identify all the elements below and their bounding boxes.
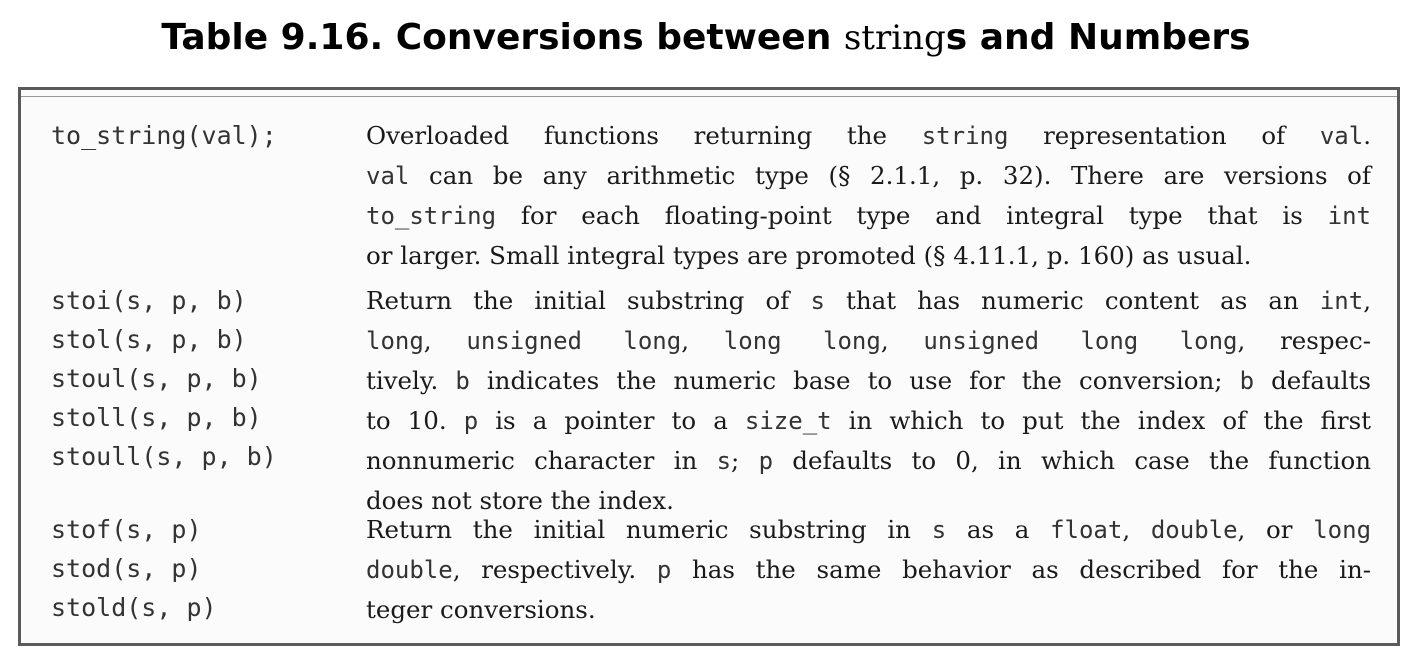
description-text: or larger. Small integral types are prom… bbox=[366, 241, 1252, 270]
description-text: , bbox=[423, 326, 467, 355]
description-text: , bbox=[880, 326, 924, 355]
inline-code: p bbox=[758, 447, 774, 475]
function-list: to_string(val); bbox=[51, 116, 361, 155]
table-title: Table 9.16. Conversions between strings … bbox=[0, 14, 1412, 62]
inline-code: unsigned long long bbox=[923, 327, 1238, 355]
description-text: has the same behavior as described for t… bbox=[671, 555, 1371, 584]
inline-code: p bbox=[463, 407, 479, 435]
inline-code: val bbox=[366, 162, 410, 190]
inline-code: int bbox=[1319, 287, 1364, 315]
description-text: , bbox=[1122, 515, 1151, 544]
function-description: Overloaded functions returning the strin… bbox=[366, 116, 1371, 275]
description-line: or larger. Small integral types are prom… bbox=[366, 236, 1371, 275]
description-text: , or bbox=[1237, 515, 1314, 544]
description-line: to 10. p is a pointer to a size_t in whi… bbox=[366, 401, 1371, 441]
function-signature: to_string(val); bbox=[51, 121, 277, 150]
function-signature: stoul(s, p, b) bbox=[51, 364, 262, 393]
description-line: tively. b indicates the numeric base to … bbox=[366, 361, 1371, 401]
description-line: teger conversions. bbox=[366, 590, 1371, 629]
description-text: indicates the numeric base to use for th… bbox=[469, 366, 1240, 395]
title-code-word: string bbox=[843, 18, 946, 58]
function-list: stoi(s, p, b) stol(s, p, b) stoul(s, p, b)… bbox=[51, 281, 361, 476]
inline-code: p bbox=[656, 556, 672, 584]
description-line: to_string for each floating-point type a… bbox=[366, 196, 1371, 236]
inline-code: unsigned long bbox=[466, 327, 682, 355]
description-text: nonnumeric character in bbox=[366, 446, 717, 475]
title-suffix: s and Numbers bbox=[945, 17, 1251, 58]
description-text: defaults bbox=[1254, 366, 1371, 395]
description-text: defaults to 0, in which case the functio… bbox=[773, 446, 1371, 475]
inline-code: s bbox=[931, 516, 947, 544]
inline-code: val bbox=[1319, 122, 1364, 150]
description-text: , bbox=[1363, 286, 1371, 315]
description-text: Return the initial numeric substring in bbox=[366, 515, 932, 544]
description-line: val can be any arithmetic type (§ 2.1.1,… bbox=[366, 156, 1371, 196]
function-signature: stoull(s, p, b) bbox=[51, 442, 277, 471]
function-signature: stof(s, p) bbox=[51, 515, 202, 544]
inline-code: size_t bbox=[744, 407, 832, 435]
description-line: Return the initial substring of s that h… bbox=[366, 281, 1371, 321]
inline-code: float bbox=[1050, 516, 1123, 544]
description-text: in which to put the index of the first bbox=[831, 406, 1371, 435]
description-line: double, respectively. p has the same beh… bbox=[366, 550, 1371, 590]
description-text: for each floating-point type and integra… bbox=[496, 201, 1328, 230]
function-signature: stod(s, p) bbox=[51, 554, 202, 583]
description-line: long, unsigned long, long long, unsigned… bbox=[366, 321, 1371, 361]
description-text: can be any arithmetic type (§ 2.1.1, p. … bbox=[409, 161, 1371, 190]
description-text: , bbox=[681, 326, 724, 355]
description-line: nonnumeric character in s; p defaults to… bbox=[366, 441, 1371, 481]
function-signature: stold(s, p) bbox=[51, 593, 217, 622]
description-text: to 10. bbox=[366, 406, 464, 435]
inline-code: long long bbox=[723, 327, 881, 355]
inline-code: double bbox=[366, 556, 453, 584]
table-top-rule bbox=[21, 96, 1397, 97]
description-text: teger conversions. bbox=[366, 595, 596, 624]
inline-code: long bbox=[1313, 516, 1372, 544]
description-text: , respectively. bbox=[452, 555, 657, 584]
inline-code: b bbox=[1239, 367, 1255, 395]
description-text: as a bbox=[946, 515, 1051, 544]
description-text: Return the initial substring of bbox=[366, 286, 811, 315]
description-text: . bbox=[1363, 121, 1371, 150]
description-text: ; bbox=[731, 446, 759, 475]
function-signature: stol(s, p, b) bbox=[51, 325, 247, 354]
inline-code: b bbox=[455, 367, 470, 395]
description-text: is a pointer to a bbox=[478, 406, 745, 435]
conversion-table: to_string(val); Overloaded functions ret… bbox=[18, 87, 1400, 646]
description-text: representation of bbox=[1008, 121, 1320, 150]
inline-code: s bbox=[810, 287, 825, 315]
inline-code: s bbox=[716, 447, 732, 475]
function-signature: stoi(s, p, b) bbox=[51, 286, 247, 315]
inline-code: string bbox=[921, 122, 1009, 150]
inline-code: to_string bbox=[366, 202, 497, 230]
description-text: Overloaded functions returning the bbox=[366, 121, 922, 150]
description-line: Overloaded functions returning the strin… bbox=[366, 116, 1371, 156]
inline-code: long bbox=[366, 327, 424, 355]
description-line: Return the initial numeric substring in … bbox=[366, 510, 1371, 550]
function-description: Return the initial numeric substring in … bbox=[366, 510, 1371, 629]
description-text: that has numeric content as an bbox=[824, 286, 1320, 315]
title-prefix: Table 9.16. Conversions between bbox=[161, 17, 844, 58]
description-text: tively. bbox=[366, 366, 456, 395]
inline-code: int bbox=[1327, 202, 1371, 230]
function-signature: stoll(s, p, b) bbox=[51, 403, 262, 432]
description-text: , respec- bbox=[1237, 326, 1372, 355]
inline-code: double bbox=[1150, 516, 1238, 544]
function-list: stof(s, p) stod(s, p) stold(s, p) bbox=[51, 510, 361, 627]
function-description: Return the initial substring of s that h… bbox=[366, 281, 1371, 520]
